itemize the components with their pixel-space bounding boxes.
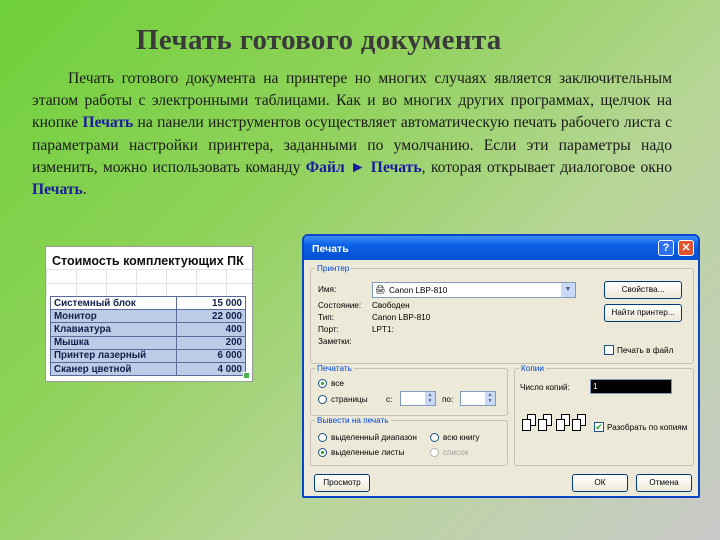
- slide-title: Печать готового документа: [136, 24, 502, 56]
- print-range-group: Печатать: [310, 364, 508, 416]
- cell-name: Клавиатура: [50, 322, 177, 337]
- sheet-gridlines: [46, 269, 252, 297]
- copies-count-value: 1: [593, 382, 598, 391]
- status-label: Состояние:: [318, 301, 362, 310]
- collate-checkbox[interactable]: ✔: [594, 422, 604, 432]
- print-sheets-radio[interactable]: [318, 448, 327, 457]
- type-value: Canon LBP-810: [372, 313, 431, 322]
- print-list-label: список: [443, 448, 469, 457]
- cell-value: 15 000: [176, 295, 246, 311]
- preview-button[interactable]: Просмотр: [314, 474, 370, 492]
- help-button[interactable]: ?: [658, 240, 674, 256]
- range-pages-radio[interactable]: [318, 395, 327, 404]
- print-sheets-label: выделенные листы: [331, 448, 405, 457]
- cell-name: Сканер цветной: [50, 361, 177, 377]
- table-row: Принтер лазерный 6 000: [50, 348, 246, 363]
- para-keyword-print: Печать: [82, 114, 134, 132]
- dialog-titlebar[interactable]: Печать ? ✕: [304, 236, 698, 260]
- printer-name-label: Имя:: [318, 285, 337, 294]
- range-to-label: по:: [442, 395, 454, 404]
- port-value: LPT1:: [372, 325, 394, 334]
- cell-value: 400: [176, 322, 246, 337]
- sheet-table: Системный блок 15 000 Монитор 22 000 Клави…: [50, 295, 246, 377]
- range-to-spinner[interactable]: ▲ ▼: [460, 391, 496, 406]
- para-keyword-file-print: Файл ► Печать: [305, 158, 422, 176]
- sheet-title: Стоимость комплектующих ПК: [52, 254, 244, 268]
- printer-name-select[interactable]: 🖨 Canon LBP-810 ▼: [372, 282, 576, 298]
- spinner-arrows-icon[interactable]: ▲ ▼: [485, 392, 495, 405]
- cell-value: 6 000: [176, 348, 246, 363]
- range-pages-label: страницы: [331, 395, 368, 404]
- range-all-label: все: [331, 379, 344, 388]
- print-list-radio[interactable]: [430, 448, 439, 457]
- print-what-legend: Вывести на печать: [317, 416, 389, 425]
- collate-pages-icon: [538, 414, 552, 432]
- chevron-down-icon[interactable]: ▼: [561, 283, 575, 297]
- cell-value: 4 000: [176, 361, 246, 377]
- para-text-3: , которая открывает диалоговое окно: [421, 158, 672, 176]
- print-range-legend: Печатать: [317, 364, 352, 373]
- printer-name-value: Canon LBP-810: [389, 286, 448, 295]
- copies-count-spinner[interactable]: 1: [590, 379, 672, 394]
- range-from-label: с:: [386, 395, 393, 404]
- ok-button[interactable]: ОК: [572, 474, 628, 492]
- print-dialog: Печать ? ✕ Принтер Имя: 🖨 Canon LBP-810 …: [302, 234, 700, 498]
- spreadsheet-image: Стоимость комплектующих ПК Системный бло…: [45, 246, 253, 382]
- print-to-file-checkbox[interactable]: [604, 345, 614, 355]
- cell-name: Мышка: [50, 335, 177, 350]
- slide-paragraph: Печать готового документа на принтере но…: [32, 68, 672, 201]
- spinner-arrows-icon[interactable]: ▲ ▼: [425, 392, 435, 405]
- cell-name: Системный блок: [50, 295, 177, 311]
- selection-handle-icon: [243, 372, 250, 379]
- cell-value: 22 000: [176, 309, 246, 324]
- table-row: Клавиатура 400: [50, 322, 246, 337]
- properties-button[interactable]: Свойства...: [604, 281, 682, 299]
- collate-pages-icon: [522, 414, 536, 432]
- cancel-button[interactable]: Отмена: [636, 474, 692, 492]
- table-row: Мышка 200: [50, 335, 246, 350]
- print-selection-label: выделенный диапазон: [331, 433, 417, 442]
- port-label: Порт:: [318, 325, 339, 334]
- status-value: Свободен: [372, 301, 410, 310]
- print-selection-radio[interactable]: [318, 433, 327, 442]
- print-to-file-label: Печать в файл: [617, 346, 674, 355]
- range-all-radio[interactable]: [318, 379, 327, 388]
- type-label: Тип:: [318, 313, 334, 322]
- find-printer-button[interactable]: Найти принтер...: [604, 304, 682, 322]
- close-button[interactable]: ✕: [678, 240, 694, 256]
- collate-pages-icon: [556, 414, 570, 432]
- table-row: Системный блок 15 000: [50, 295, 246, 311]
- cell-name: Принтер лазерный: [50, 348, 177, 363]
- collate-label: Разобрать по копиям: [607, 423, 688, 432]
- copies-count-label: Число копий:: [520, 383, 570, 392]
- dialog-title: Печать: [312, 243, 349, 255]
- range-from-spinner[interactable]: ▲ ▼: [400, 391, 436, 406]
- printer-icon: 🖨: [375, 285, 386, 294]
- cell-value: 200: [176, 335, 246, 350]
- para-keyword-print-dialog: Печать: [32, 181, 83, 199]
- para-text-4: .: [82, 181, 87, 199]
- printer-group-legend: Принтер: [317, 264, 350, 273]
- table-row: Монитор 22 000: [50, 309, 246, 324]
- print-workbook-radio[interactable]: [430, 433, 439, 442]
- cell-name: Монитор: [50, 309, 177, 324]
- copies-legend: Копии: [521, 364, 544, 373]
- notes-label: Заметки:: [318, 337, 352, 346]
- table-row: Сканер цветной 4 000: [50, 361, 246, 377]
- print-workbook-label: всю книгу: [443, 433, 480, 442]
- collate-pages-icon: [572, 414, 586, 432]
